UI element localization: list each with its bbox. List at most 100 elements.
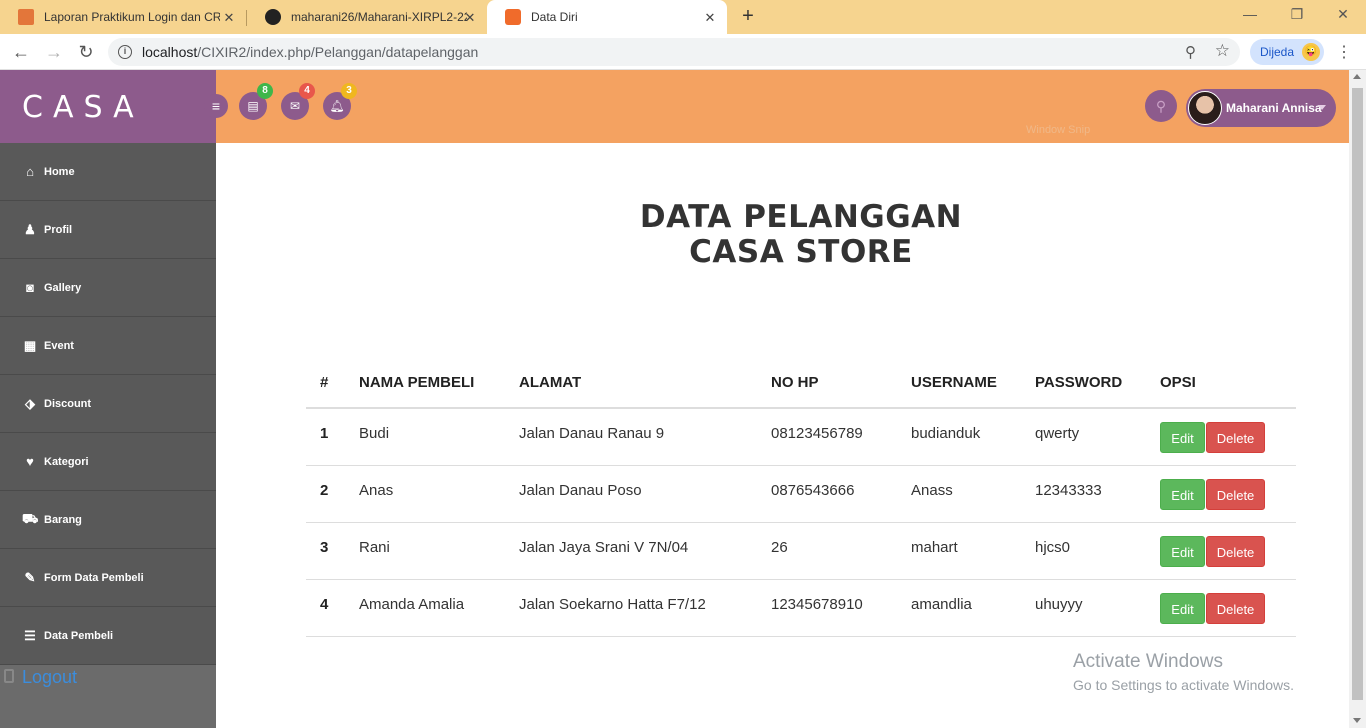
cart-icon: ⛟ [22, 510, 39, 526]
browser-toolbar: ← → ↻ i localhost/CIXIR2/index.php/Pelan… [0, 34, 1366, 70]
sidebar-item-gallery[interactable]: ◙ Gallery [0, 259, 216, 317]
scroll-up-arrow-icon[interactable] [1353, 74, 1361, 79]
customer-table: # NAMA PEMBELI ALAMAT NO HP USERNAME PAS… [306, 358, 1296, 637]
delete-button[interactable]: Delete [1206, 422, 1265, 453]
close-tab-icon[interactable]: ✕ [222, 10, 236, 26]
sidebar-item-label: Kategori [44, 455, 89, 468]
activate-windows-subtitle: Go to Settings to activate Windows. [1073, 677, 1294, 693]
sidebar-item-label: Form Data Pembeli [44, 571, 144, 584]
notifications-badge: 3 [341, 83, 357, 99]
delete-button[interactable]: Delete [1206, 478, 1265, 510]
page-title: DATA PELANGGAN CASA STORE [216, 200, 1366, 270]
column-header: NAMA PEMBELI [345, 358, 505, 409]
notifications-button[interactable]: 🔔︎ 3 [323, 83, 357, 120]
cell-nama: Anas [345, 465, 505, 523]
table-row: 3 Rani Jalan Jaya Srani V 7N/04 26 mahar… [306, 522, 1296, 580]
sidebar-item-label: Profil [44, 223, 73, 236]
tab-title: Laporan Praktikum Login dan CR [44, 10, 220, 24]
back-arrow-icon[interactable]: ← [10, 41, 32, 63]
cell-password: qwerty [1021, 408, 1146, 466]
edit-button[interactable]: Edit [1160, 592, 1205, 624]
reload-icon[interactable]: ↻ [75, 41, 97, 63]
sidebar-item-profil[interactable]: ♟ Profil [0, 201, 216, 259]
edit-button[interactable]: Edit [1160, 535, 1205, 567]
delete-button[interactable]: Delete [1206, 535, 1265, 567]
cell-opsi: Edit Delete [1146, 579, 1296, 637]
url-host: localhost [142, 44, 198, 60]
sidebar-item-label: Discount [44, 397, 92, 410]
gift-icon: ▦ [23, 337, 37, 353]
cell-password: 12343333 [1021, 465, 1146, 523]
cell-opsi: Edit Delete [1146, 408, 1296, 466]
table-row: 1 Budi Jalan Danau Ranau 9 08123456789 b… [306, 408, 1296, 466]
table-header-row: # NAMA PEMBELI ALAMAT NO HP USERNAME PAS… [306, 358, 1296, 409]
column-header: ALAMAT [505, 358, 757, 409]
forward-arrow-icon[interactable]: → [43, 41, 65, 63]
user-name: Maharani Annisa [1226, 101, 1322, 115]
messages-button[interactable]: ✉ 4 [281, 83, 315, 120]
user-menu[interactable]: Maharani Annisa [1186, 89, 1336, 127]
page-title-line-1: DATA PELANGGAN [639, 199, 963, 235]
browser-tab-github[interactable]: maharani26/Maharani-XIRPL2-22 ✕ [247, 0, 487, 34]
list-icon: ☰ [24, 627, 36, 643]
user-icon: ♟ [24, 221, 36, 237]
url-text[interactable]: localhost/CIXIR2/index.php/Pelanggan/dat… [142, 44, 478, 60]
sidebar-item-event[interactable]: ▦ Event [0, 317, 216, 375]
row-number: 2 [306, 465, 345, 523]
address-bar[interactable]: i localhost/CIXIR2/index.php/Pelanggan/d… [108, 38, 1240, 66]
bookmark-star-icon[interactable]: ☆ [1215, 41, 1230, 61]
scroll-down-arrow-icon[interactable] [1353, 718, 1361, 723]
column-header: OPSI [1146, 358, 1296, 409]
search-button[interactable]: ⚲ [1145, 90, 1177, 122]
close-tab-icon[interactable]: ✕ [703, 10, 717, 26]
cell-password: uhuyyy [1021, 579, 1146, 637]
window-close-button[interactable]: ✕ [1333, 6, 1353, 23]
avatar [1188, 91, 1222, 125]
row-number: 3 [306, 522, 345, 580]
logout-link[interactable]: Logout [22, 667, 77, 688]
sidebar-item-kategori[interactable]: ♥ Kategori [0, 433, 216, 491]
sidebar-item-label: Event [44, 339, 74, 352]
edit-button[interactable]: Edit [1160, 478, 1205, 510]
browser-tab-laporan[interactable]: Laporan Praktikum Login dan CR ✕ [0, 0, 246, 34]
activate-windows-title: Activate Windows [1073, 651, 1223, 672]
sidebar-item-label: Home [44, 165, 75, 178]
cell-nama: Budi [345, 408, 505, 466]
window-snip-overlay: Window Snip [1026, 124, 1091, 136]
browser-tab-data-diri[interactable]: Data Diri ✕ [487, 0, 727, 34]
page-title-line-2: CASA STORE [689, 234, 913, 270]
scrollbar-thumb[interactable] [1352, 88, 1363, 700]
top-header: ≡ ▤ 8 ✉ 4 🔔︎ 3 Window Snip ⚲ Maharani An… [204, 70, 1349, 143]
minimize-button[interactable]: — [1240, 6, 1260, 22]
profile-button[interactable]: Dijeda 😜 [1250, 39, 1324, 65]
info-icon[interactable]: i [118, 45, 132, 59]
sidebar-item-form-data-pembeli[interactable]: ✎ Form Data Pembeli [0, 549, 216, 607]
sidebar-item-discount[interactable]: ⬗ Discount [0, 375, 216, 433]
restore-button[interactable]: ❐ [1287, 6, 1307, 23]
github-icon [265, 9, 281, 25]
new-tab-button[interactable]: + [738, 6, 758, 26]
sidebar: ⌂ Home ♟ Profil ◙ Gallery ▦ Event ⬗ Disc… [0, 143, 216, 728]
sidebar-item-data-pembeli[interactable]: ☰ Data Pembeli [0, 607, 216, 665]
tasks-button[interactable]: ▤ 8 [239, 83, 273, 120]
edit-button[interactable]: Edit [1160, 422, 1205, 453]
brand-logo[interactable]: CASA [0, 70, 216, 143]
cell-opsi: Edit Delete [1146, 465, 1296, 523]
delete-button[interactable]: Delete [1206, 592, 1265, 624]
cell-username: budianduk [897, 408, 1021, 466]
menu-toggle-icon[interactable]: ≡ [204, 94, 228, 118]
zoom-icon[interactable]: ⚲ [1185, 43, 1196, 61]
cell-alamat: Jalan Danau Poso [505, 465, 757, 523]
close-tab-icon[interactable]: ✕ [463, 10, 477, 26]
cell-hp: 12345678910 [757, 579, 897, 637]
cell-nama: Amanda Amalia [345, 579, 505, 637]
tasks-icon: ▤ [247, 99, 259, 113]
sidebar-item-barang[interactable]: ⛟ Barang [0, 491, 216, 549]
cell-hp: 26 [757, 522, 897, 580]
sidebar-item-home[interactable]: ⌂ Home [0, 143, 216, 201]
page-scrollbar[interactable] [1349, 70, 1366, 728]
bell-icon: 🔔︎ [329, 99, 345, 113]
browser-menu-icon[interactable]: ⋮ [1336, 42, 1352, 62]
tab-title: maharani26/Maharani-XIRPL2-22 [291, 10, 467, 24]
cell-nama: Rani [345, 522, 505, 580]
